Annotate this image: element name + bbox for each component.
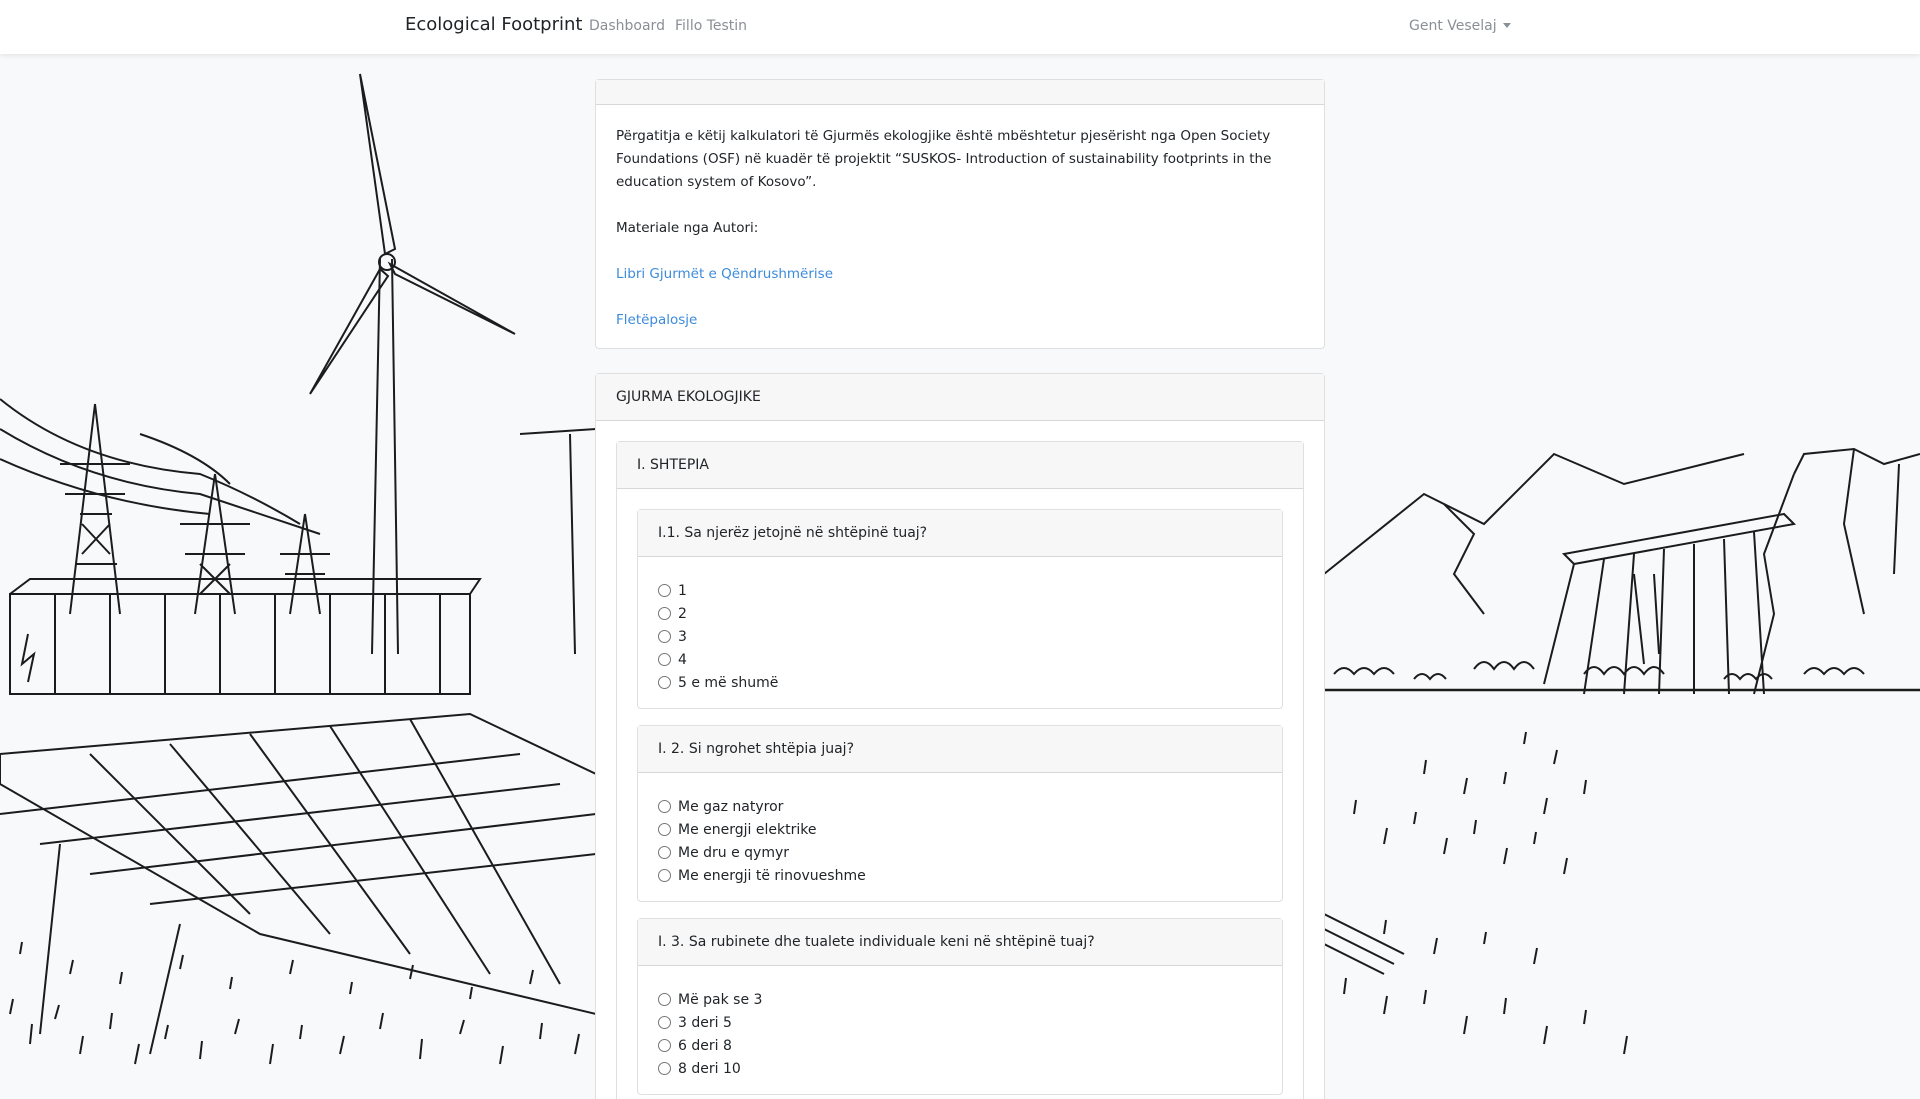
question-card-3: I. 3. Sa rubinete dhe tualete individual…: [637, 918, 1283, 1095]
question-card-1: I.1. Sa njerëz jetojnë në shtëpinë tuaj?…: [637, 509, 1283, 709]
radio-unchecked-icon[interactable]: [658, 993, 671, 1006]
option-label: Me dru e qymyr: [678, 844, 790, 861]
option-label: 3 deri 5: [678, 1014, 732, 1031]
info-card: Përgatitja e këtij kalkulatori të Gjurmë…: [595, 79, 1325, 349]
option-label: 4: [678, 651, 687, 668]
question-title: I. 3. Sa rubinete dhe tualete individual…: [638, 919, 1282, 966]
option-label: Me energji elektrike: [678, 821, 817, 838]
quiz-card: GJURMA EKOLOGJIKE I. SHTEPIA I.1. Sa nje…: [595, 373, 1325, 1099]
info-card-body: Përgatitja e këtij kalkulatori të Gjurmë…: [596, 105, 1324, 348]
user-name: Gent Veselaj: [1409, 18, 1497, 34]
radio-unchecked-icon[interactable]: [658, 607, 671, 620]
question-options: 1 2 3 4 5 e më shumë: [638, 557, 1282, 708]
radio-unchecked-icon[interactable]: [658, 630, 671, 643]
radio-option[interactable]: 2: [658, 602, 1262, 625]
radio-option[interactable]: Me energji elektrike: [658, 818, 1262, 841]
radio-option[interactable]: 5 e më shumë: [658, 671, 1262, 694]
radio-unchecked-icon[interactable]: [658, 1039, 671, 1052]
section-title: I. SHTEPIA: [617, 442, 1303, 489]
book-link[interactable]: Libri Gjurmët e Qëndrushmërise: [616, 266, 833, 282]
project-description: Përgatitja e këtij kalkulatori të Gjurmë…: [616, 128, 1272, 190]
info-card-header: [596, 80, 1324, 105]
radio-option[interactable]: Me energji të rinovueshme: [658, 864, 1262, 887]
radio-option[interactable]: 3 deri 5: [658, 1011, 1262, 1034]
question-options: Me gaz natyror Me energji elektrike Me d…: [638, 773, 1282, 901]
option-label: 5 e më shumë: [678, 674, 779, 691]
section-card-home: I. SHTEPIA I.1. Sa njerëz jetojnë në sht…: [616, 441, 1304, 1099]
option-label: 1: [678, 582, 687, 599]
radio-unchecked-icon[interactable]: [658, 653, 671, 666]
question-title: I. 2. Si ngrohet shtëpia juaj?: [638, 726, 1282, 773]
radio-unchecked-icon[interactable]: [658, 823, 671, 836]
question-options: Më pak se 3 3 deri 5 6 deri 8 8 deri 10: [638, 966, 1282, 1094]
question-card-2: I. 2. Si ngrohet shtëpia juaj? Me gaz na…: [637, 725, 1283, 902]
radio-option[interactable]: 8 deri 10: [658, 1057, 1262, 1080]
radio-unchecked-icon[interactable]: [658, 869, 671, 882]
section-body: I.1. Sa njerëz jetojnë në shtëpinë tuaj?…: [617, 489, 1303, 1099]
chevron-down-icon: [1502, 23, 1511, 28]
brand-link[interactable]: Ecological Footprint: [405, 14, 582, 35]
nav-start-test[interactable]: Fillo Testin: [675, 18, 747, 34]
leaflet-link[interactable]: Fletëpalosje: [616, 312, 697, 328]
option-label: 3: [678, 628, 687, 645]
option-label: 2: [678, 605, 687, 622]
option-label: Me gaz natyror: [678, 798, 784, 815]
user-menu-dropdown[interactable]: Gent Veselaj: [1409, 18, 1511, 34]
radio-unchecked-icon[interactable]: [658, 676, 671, 689]
materials-label: Materiale nga Autori:: [616, 220, 759, 236]
navbar: Ecological Footprint Dashboard Fillo Tes…: [0, 0, 1920, 54]
nav-dashboard[interactable]: Dashboard: [589, 18, 665, 34]
radio-unchecked-icon[interactable]: [658, 1016, 671, 1029]
radio-option[interactable]: 4: [658, 648, 1262, 671]
option-label: Me energji të rinovueshme: [678, 867, 866, 884]
radio-option[interactable]: 3: [658, 625, 1262, 648]
radio-option[interactable]: Me dru e qymyr: [658, 841, 1262, 864]
option-label: Më pak se 3: [678, 991, 763, 1008]
radio-unchecked-icon[interactable]: [658, 1062, 671, 1075]
option-label: 8 deri 10: [678, 1060, 741, 1077]
quiz-title: GJURMA EKOLOGJIKE: [596, 374, 1324, 421]
radio-option[interactable]: 1: [658, 579, 1262, 602]
radio-unchecked-icon[interactable]: [658, 846, 671, 859]
dam-landscape-illustration: [1324, 447, 1920, 1055]
radio-unchecked-icon[interactable]: [658, 584, 671, 597]
quiz-body: I. SHTEPIA I.1. Sa njerëz jetojnë në sht…: [596, 421, 1324, 1099]
renewable-energy-illustration: [0, 73, 596, 1065]
radio-option[interactable]: Me gaz natyror: [658, 795, 1262, 818]
option-label: 6 deri 8: [678, 1037, 732, 1054]
main-content: Përgatitja e këtij kalkulatori të Gjurmë…: [595, 79, 1325, 1099]
question-title: I.1. Sa njerëz jetojnë në shtëpinë tuaj?: [638, 510, 1282, 557]
radio-option[interactable]: 6 deri 8: [658, 1034, 1262, 1057]
radio-option[interactable]: Më pak se 3: [658, 988, 1262, 1011]
radio-unchecked-icon[interactable]: [658, 800, 671, 813]
